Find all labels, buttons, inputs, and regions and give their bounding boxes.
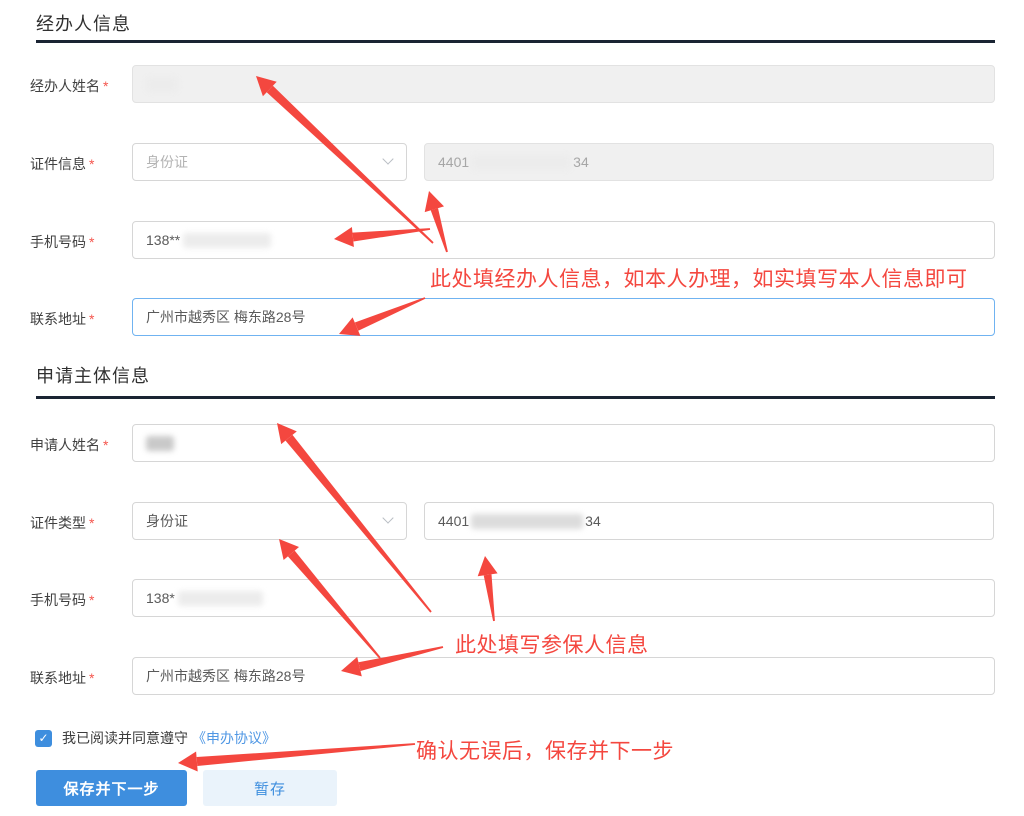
section-title-applicant: 申请主体信息 xyxy=(36,366,150,386)
agent-cert-number-input: 4401 34 xyxy=(424,143,994,181)
annotation-applicant-note: 此处填写参保人信息 xyxy=(455,634,649,657)
redacted-id-blur xyxy=(471,154,572,170)
label-applicant-cert: 证件类型 * xyxy=(30,515,95,531)
application-form-page: 经办人信息 经办人姓名 * 证件信息 * 身份证 4401 34 手机号码 * 138*… xyxy=(0,0,1024,816)
applicant-name-input[interactable] xyxy=(132,424,995,462)
chevron-down-icon xyxy=(382,512,394,524)
agent-address-input[interactable]: 广州市越秀区 梅东路28号 xyxy=(132,298,995,336)
label-agent-name: 经办人姓名 * xyxy=(30,78,109,94)
applicant-cert-number-input[interactable]: 4401 34 xyxy=(424,502,994,540)
label-agent-address: 联系地址 * xyxy=(30,311,95,327)
annotation-agent-note: 此处填经办人信息，如本人办理，如实填写本人信息即可 xyxy=(430,268,968,291)
applicant-phone-input[interactable]: 138* xyxy=(132,579,995,617)
agreement-row: ✓ 我已阅读并同意遵守 《申办协议》 xyxy=(35,728,276,748)
section-divider xyxy=(36,40,995,43)
label-applicant-name: 申请人姓名 * xyxy=(30,437,109,453)
section-divider xyxy=(36,396,995,399)
redacted-name-blur xyxy=(146,76,178,92)
temp-save-button[interactable]: 暂存 xyxy=(203,770,337,806)
agreement-link[interactable]: 《申办协议》 xyxy=(192,728,276,748)
agent-cert-type-select[interactable]: 身份证 xyxy=(132,143,407,181)
label-agent-phone: 手机号码 * xyxy=(30,234,95,250)
label-applicant-address: 联系地址 * xyxy=(30,670,95,686)
agreement-text: 我已阅读并同意遵守 xyxy=(62,730,188,746)
redacted-name-blur xyxy=(146,435,174,451)
applicant-address-input[interactable]: 广州市越秀区 梅东路28号 xyxy=(132,657,995,695)
annotation-confirm-note: 确认无误后，保存并下一步 xyxy=(416,740,674,763)
section-title-agent: 经办人信息 xyxy=(36,14,131,34)
agent-name-input xyxy=(132,65,995,103)
agent-phone-input[interactable]: 138** xyxy=(132,221,995,259)
chevron-down-icon xyxy=(382,153,394,165)
agreement-checkbox[interactable]: ✓ xyxy=(35,729,52,747)
check-icon: ✓ xyxy=(38,731,49,745)
redacted-id-blur xyxy=(471,513,584,529)
save-next-button[interactable]: 保存并下一步 xyxy=(36,770,187,806)
label-applicant-phone: 手机号码 * xyxy=(30,592,95,608)
redacted-phone-blur xyxy=(183,232,272,248)
applicant-cert-type-select[interactable]: 身份证 xyxy=(132,502,407,540)
label-agent-cert: 证件信息 * xyxy=(30,156,95,172)
redacted-phone-blur xyxy=(177,590,263,606)
